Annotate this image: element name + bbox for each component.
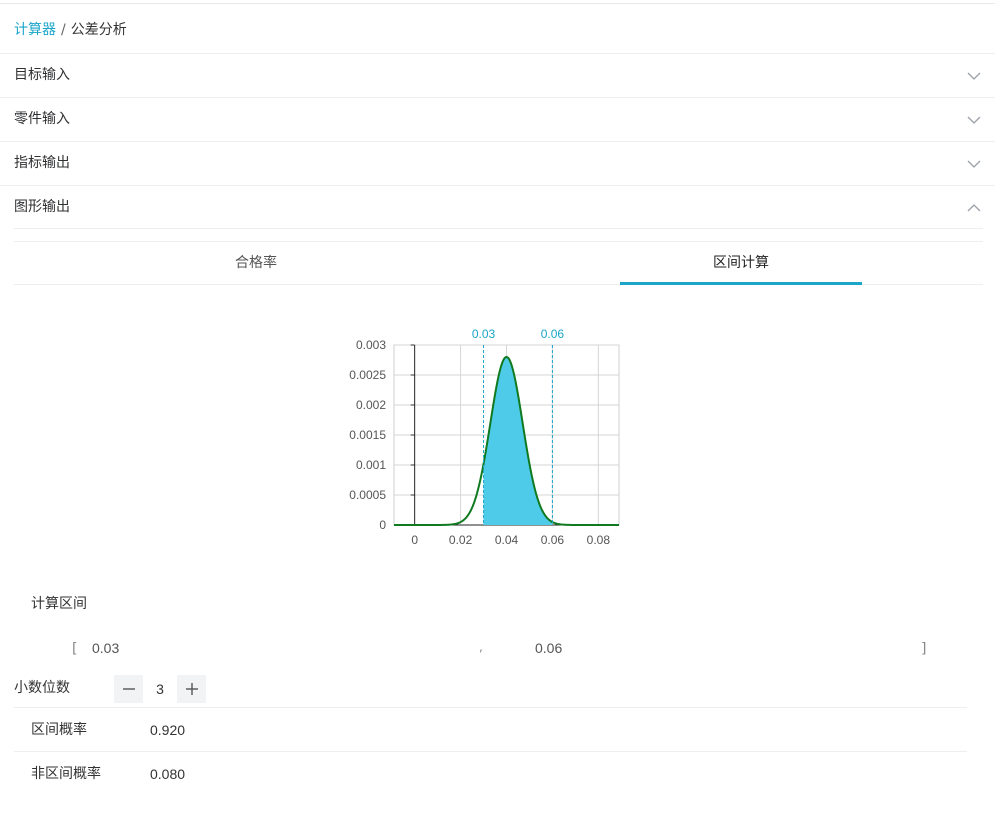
result-value: 0.080	[150, 766, 186, 782]
section-target-input[interactable]: 目标输入	[0, 53, 995, 97]
x-tick-label: 0	[411, 533, 418, 547]
section-graph-output[interactable]: 图形输出	[0, 185, 995, 229]
tab-interval-calc[interactable]: 区间计算	[620, 242, 862, 284]
result-label: 区间概率	[31, 722, 87, 738]
x-tick-label: 0.06	[541, 533, 565, 547]
y-tick-label: 0.0025	[349, 368, 386, 382]
result-row-interval-prob: 区间概率 0.920	[14, 707, 967, 751]
chevron-down-icon	[967, 72, 981, 80]
y-tick-label: 0.0015	[349, 428, 386, 442]
chevron-up-icon	[967, 204, 981, 212]
interval-title: 计算区间	[31, 596, 87, 612]
interval-lower-input[interactable]	[92, 637, 392, 659]
y-tick-label: 0	[379, 518, 386, 532]
y-tick-label: 0.003	[356, 338, 386, 352]
normal-distribution-chart: 0 0.02 0.04 0.06 0.08 0 0.0005 0.001 0.0015 0.002…	[349, 327, 620, 547]
decimals-stepper	[114, 675, 206, 703]
interval-upper-input[interactable]	[535, 637, 835, 659]
section-part-input[interactable]: 零件输入	[0, 97, 995, 141]
section-metrics-output[interactable]: 指标输出	[0, 141, 995, 185]
chevron-down-icon	[967, 116, 981, 124]
interval-marker-label: 0.03	[472, 327, 496, 341]
breadcrumb-current: 公差分析	[70, 22, 127, 38]
graph-tabs: 合格率 区间计算	[14, 241, 983, 285]
section-label: 目标输入	[14, 67, 70, 83]
breadcrumb-root-link[interactable]: 计算器	[14, 22, 56, 38]
breadcrumb: 计算器 / 公差分析	[14, 20, 127, 40]
y-tick-label: 0.002	[356, 398, 386, 412]
x-tick-label: 0.04	[495, 533, 519, 547]
result-row-out-interval-prob: 非区间概率 0.080	[14, 751, 967, 795]
chevron-down-icon	[967, 160, 981, 168]
result-label: 非区间概率	[31, 766, 101, 782]
result-value: 0.920	[150, 722, 186, 738]
top-divider	[0, 3, 995, 4]
section-label: 零件输入	[14, 111, 70, 127]
section-divider	[14, 228, 983, 229]
section-label: 图形输出	[14, 199, 70, 215]
plus-icon	[185, 683, 198, 695]
decrement-button[interactable]	[114, 675, 143, 703]
minus-icon	[122, 688, 135, 690]
breadcrumb-separator: /	[61, 22, 66, 38]
y-tick-label: 0.0005	[349, 488, 386, 502]
close-bracket: ]	[921, 641, 927, 657]
y-tick-label: 0.001	[356, 458, 386, 472]
tab-pass-rate[interactable]: 合格率	[135, 242, 377, 284]
section-label: 指标输出	[14, 155, 70, 171]
x-tick-label: 0.02	[449, 533, 473, 547]
active-tab-indicator	[620, 282, 862, 285]
interval-comma: ,	[479, 640, 483, 654]
increment-button[interactable]	[177, 675, 206, 703]
decimals-input[interactable]	[143, 675, 177, 703]
x-tick-label: 0.08	[587, 533, 611, 547]
interval-marker-label: 0.06	[541, 327, 565, 341]
open-bracket: [	[72, 641, 78, 657]
decimals-label: 小数位数	[14, 680, 70, 696]
